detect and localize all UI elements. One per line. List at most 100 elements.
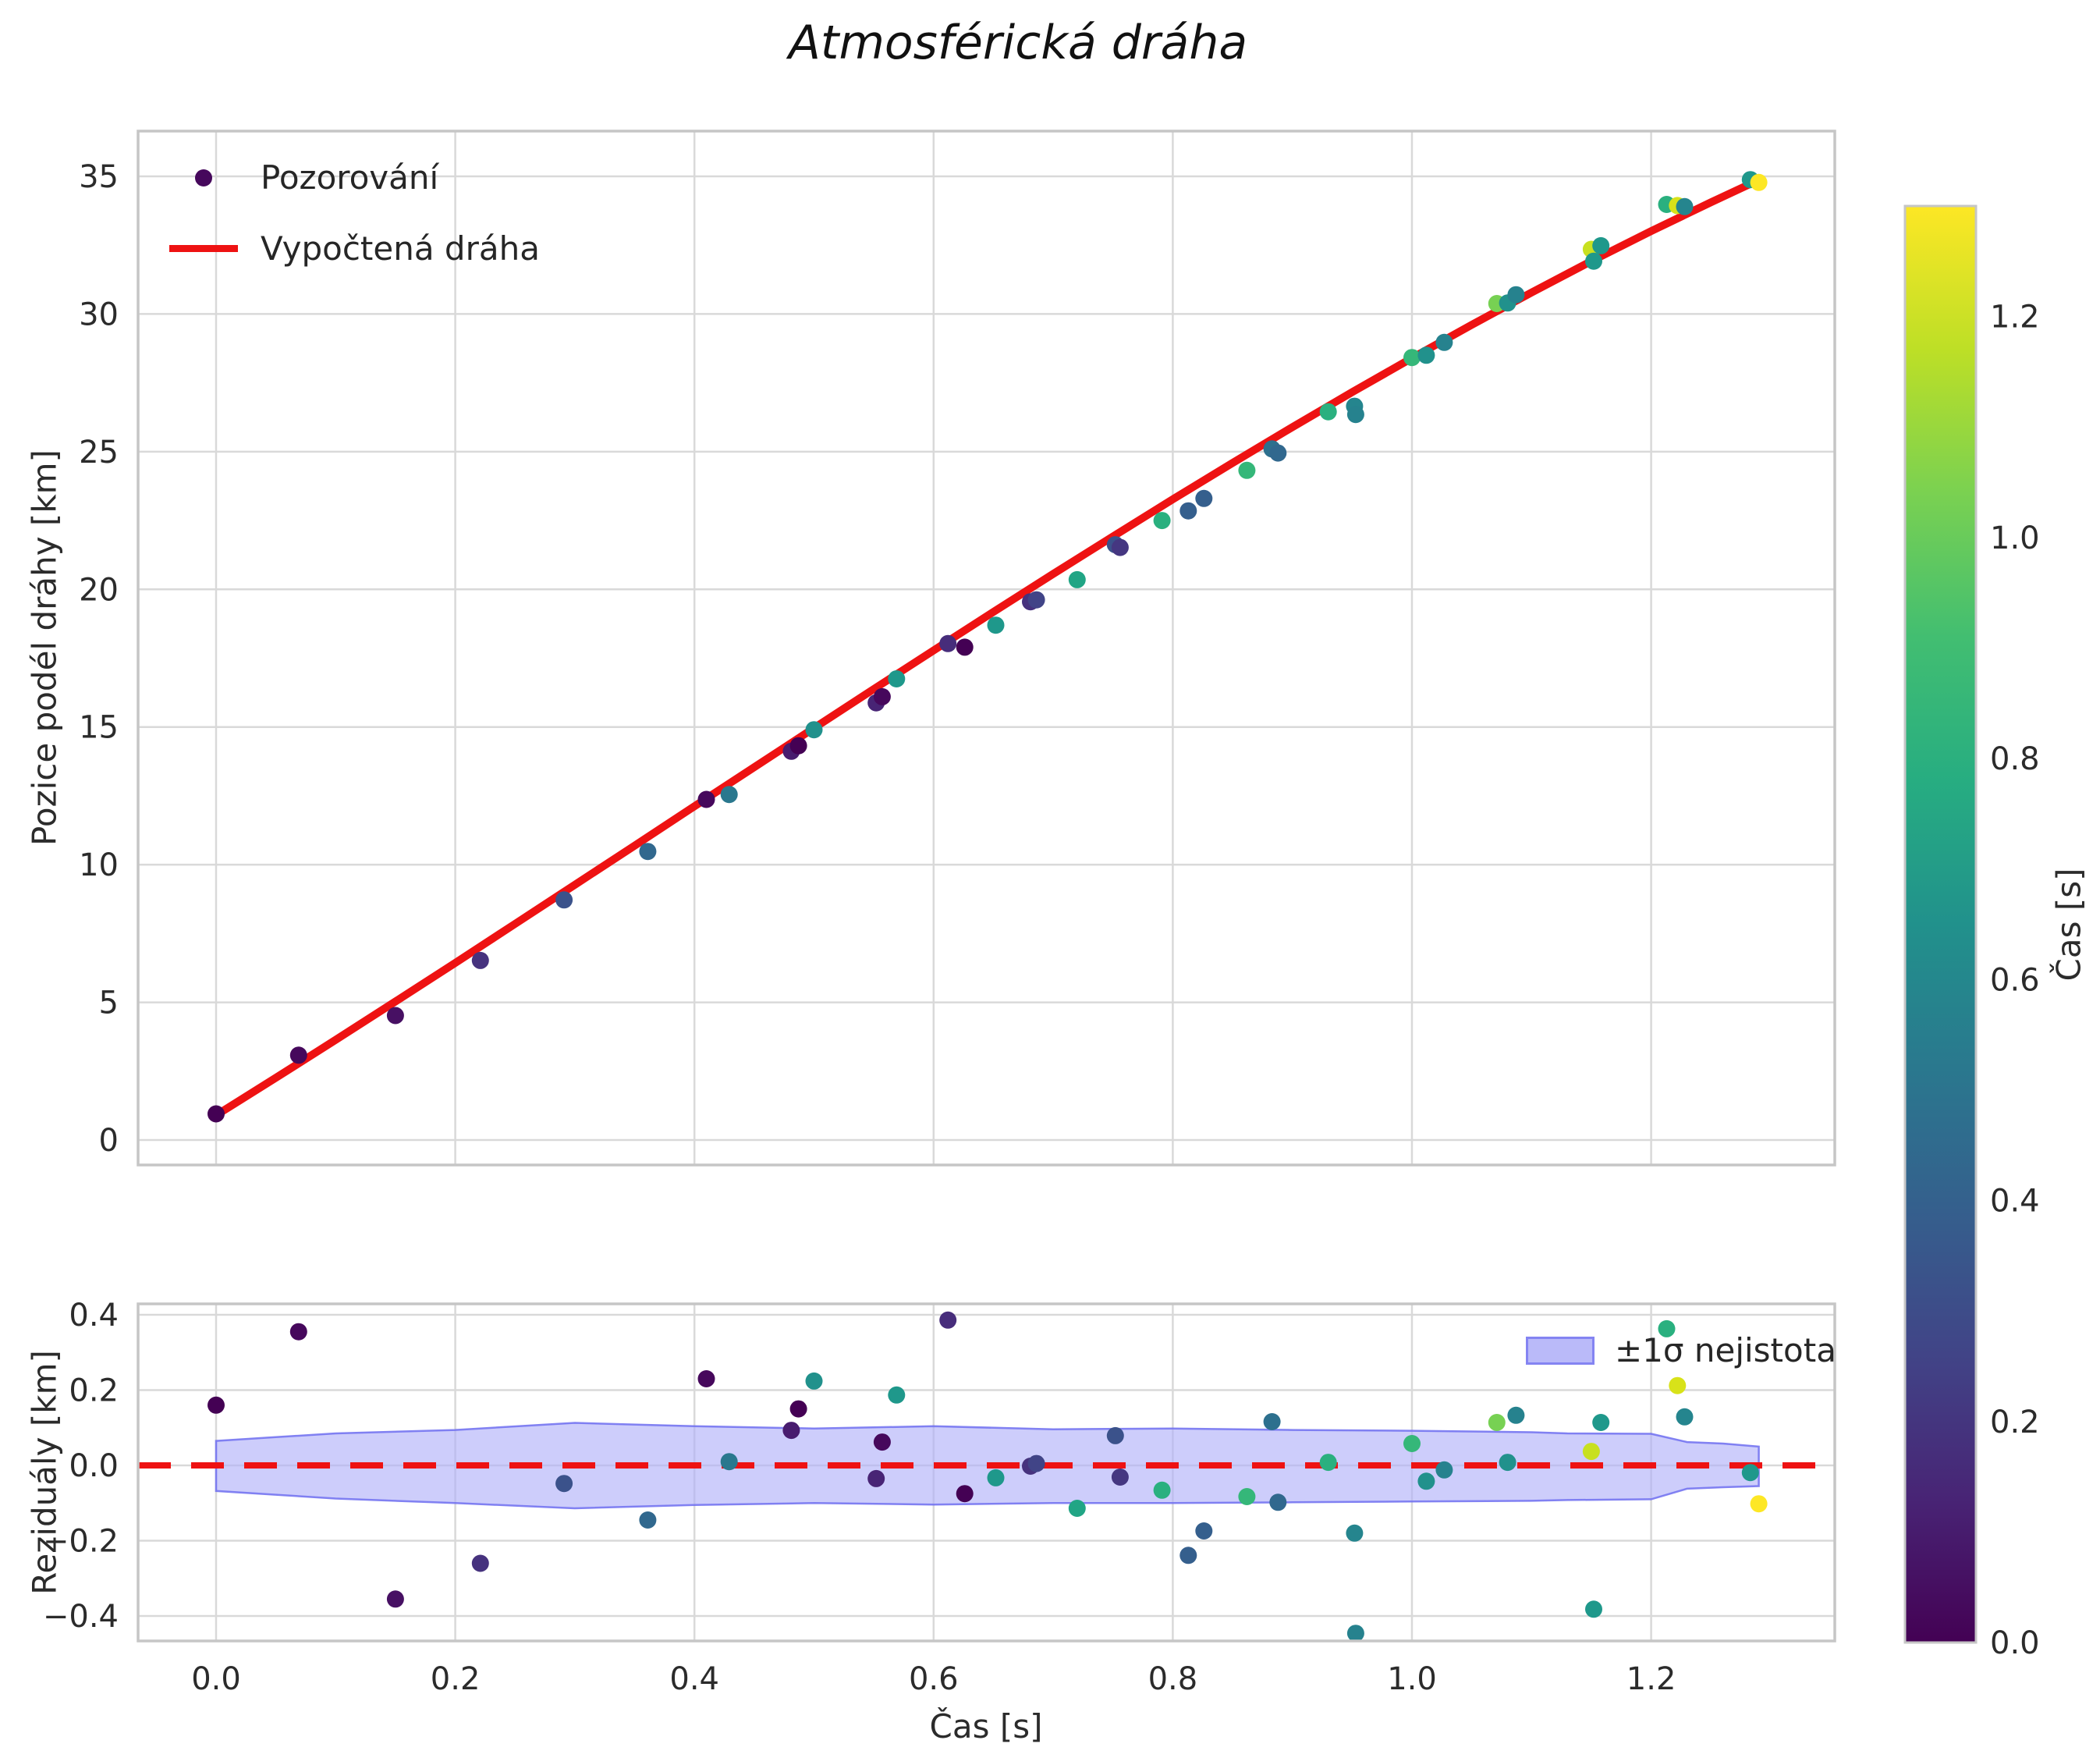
residual-y-tick-label: 0.2	[69, 1373, 119, 1409]
scatter-point	[639, 843, 657, 861]
colorbar-gradient	[1903, 204, 1978, 1644]
residual-point	[1106, 1426, 1124, 1444]
residual-point	[789, 1400, 807, 1418]
residual-point	[1507, 1406, 1525, 1424]
scatter-point	[1750, 173, 1768, 191]
residual-point	[1741, 1464, 1759, 1482]
residual-point	[782, 1422, 800, 1440]
legend-item-observations: Pozorování	[166, 142, 540, 213]
residual-point	[1403, 1435, 1421, 1452]
residual-point	[555, 1475, 573, 1493]
uncertainty-band-icon	[1526, 1336, 1595, 1365]
residual-point	[1346, 1524, 1364, 1542]
scatter-point	[289, 1046, 307, 1064]
residual-y-tick-label: 0.4	[69, 1298, 119, 1334]
residual-point	[1238, 1488, 1256, 1505]
residual-point	[1488, 1414, 1506, 1431]
x-tick-label: 1.0	[1387, 1661, 1437, 1697]
residual-legend: ±1σ nejistota	[1526, 1331, 1836, 1369]
residual-point	[1750, 1495, 1768, 1513]
residual-point	[1027, 1454, 1045, 1472]
residual-point	[1676, 1408, 1694, 1426]
x-tick-label: 0.6	[909, 1661, 959, 1697]
chart-title: Atmosférická dráha	[788, 16, 1248, 70]
residual-point	[1346, 1625, 1364, 1643]
scatter-point	[1592, 236, 1610, 254]
main-y-tick-label: 20	[79, 572, 119, 608]
figure: 0 5 10 15 20 25 30 35 0.4 0.2 0.0 −0.2 −0.4 0.0 0.2 0.4…	[0, 0, 2100, 1758]
main-y-axis-label: Pozice podél dráhy [km]	[25, 449, 64, 846]
residual-point	[1068, 1500, 1086, 1517]
legend-observations-label: Pozorování	[261, 158, 439, 197]
residual-point	[1263, 1413, 1281, 1430]
colorbar-tick-label: 0.6	[1990, 962, 2040, 998]
scatter-point	[720, 786, 738, 804]
x-tick-label: 0.8	[1148, 1661, 1198, 1697]
x-tick-label: 0.2	[431, 1661, 481, 1697]
residual-point	[1499, 1454, 1516, 1472]
scatter-point	[697, 790, 715, 808]
scatter-point	[1417, 346, 1435, 364]
residual-point	[697, 1370, 715, 1387]
residual-point	[873, 1433, 891, 1451]
scatter-point	[471, 951, 489, 969]
residual-y-axis-label: Reziduály [km]	[25, 1350, 64, 1595]
main-y-tick-label: 15	[79, 710, 119, 746]
colorbar-label: Čas [s]	[2049, 868, 2088, 982]
x-tick-label: 0.4	[669, 1661, 719, 1697]
scatter-point	[1153, 512, 1171, 530]
scatter-point	[1585, 252, 1602, 270]
residual-point	[956, 1485, 974, 1503]
main-y-tick-label: 10	[79, 847, 119, 883]
colorbar-tick-label: 0.8	[1990, 741, 2040, 777]
x-axis-label: Čas [s]	[929, 1707, 1043, 1746]
residual-point	[1153, 1481, 1171, 1499]
scatter-point	[1111, 538, 1129, 556]
scatter-point	[208, 1105, 225, 1123]
residual-y-tick-label: −0.4	[43, 1599, 119, 1635]
scatter-point	[555, 891, 573, 909]
residual-point	[208, 1396, 225, 1414]
legend-item-fit: Vypočtená dráha	[166, 213, 540, 284]
residual-point	[1319, 1454, 1337, 1472]
main-y-tick-label: 5	[99, 986, 119, 1021]
main-y-tick-label: 25	[79, 435, 119, 471]
scatter-point	[939, 634, 957, 652]
scatter-point	[956, 638, 974, 656]
residual-point	[386, 1590, 404, 1608]
scatter-point	[1027, 591, 1045, 609]
residual-point	[639, 1511, 657, 1529]
residual-point	[1179, 1547, 1197, 1564]
scatter-point	[1238, 461, 1256, 479]
residual-point	[867, 1469, 885, 1487]
scatter-point	[1403, 349, 1421, 367]
main-legend: Pozorování Vypočtená dráha	[166, 142, 540, 284]
legend-fit-label: Vypočtená dráha	[261, 229, 540, 268]
scatter-point	[805, 721, 823, 739]
main-y-tick-label: 0	[99, 1123, 119, 1159]
main-y-tick-label: 30	[79, 297, 119, 332]
residual-point	[1417, 1472, 1435, 1490]
residual-point	[720, 1453, 738, 1471]
fitted-line-icon	[166, 245, 240, 252]
x-tick-label: 1.2	[1626, 1661, 1676, 1697]
scatter-point	[987, 616, 1005, 634]
scatter-point	[1507, 286, 1525, 304]
residual-point	[1592, 1414, 1610, 1431]
residual-point	[1435, 1461, 1453, 1479]
colorbar-tick-label: 0.2	[1990, 1405, 2040, 1440]
scatter-point	[1179, 502, 1197, 520]
residual-point	[888, 1386, 906, 1404]
scatter-point	[1195, 489, 1213, 507]
observation-marker-icon	[166, 169, 240, 186]
residual-point	[1669, 1376, 1687, 1394]
scatter-point	[1676, 197, 1694, 215]
residual-point	[939, 1311, 957, 1329]
fit-line	[212, 176, 1763, 1120]
scatter-point	[888, 670, 906, 687]
residual-point	[987, 1469, 1005, 1486]
legend-band-label: ±1σ nejistota	[1615, 1331, 1836, 1369]
residual-point	[289, 1323, 307, 1341]
colorbar-tick-label: 1.2	[1990, 300, 2040, 336]
residual-point	[805, 1372, 823, 1390]
